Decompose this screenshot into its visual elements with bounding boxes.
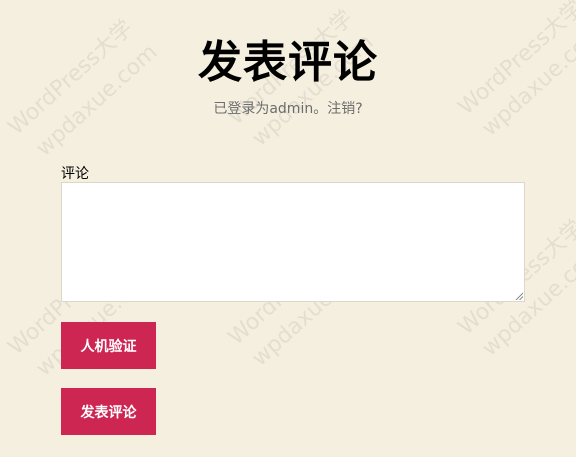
comment-label: 评论 xyxy=(61,166,89,182)
logout-link[interactable]: 注销? xyxy=(327,101,362,117)
page-title: 发表评论 xyxy=(198,37,378,88)
login-status: 已登录为admin。注销? xyxy=(0,98,576,118)
login-prefix: 已登录为 xyxy=(213,101,270,117)
user-profile-link[interactable]: admin xyxy=(269,101,313,117)
submit-comment-button[interactable]: 发表评论 xyxy=(61,388,156,435)
captcha-button[interactable]: 人机验证 xyxy=(61,322,156,369)
login-separator: 。 xyxy=(313,101,328,117)
comment-input[interactable] xyxy=(61,182,525,302)
